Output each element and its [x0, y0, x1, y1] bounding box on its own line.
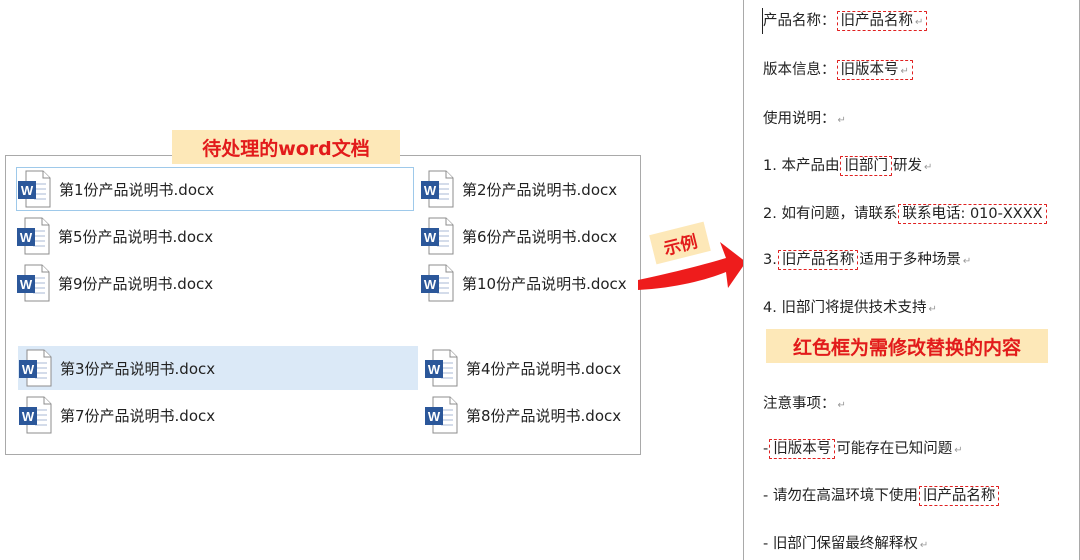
line-text: 可能存在已知问题 [836, 441, 953, 457]
highlight-box: 旧版本号 ↵ [836, 60, 913, 80]
doc-line-note-1: - 旧版本号 可能存在已知问题 ↵ [763, 438, 963, 462]
doc-line-usage-heading: 使用说明： ↵ [763, 108, 846, 132]
line-text: - 旧部门保留最终解释权 [763, 536, 918, 552]
file-explorer-panel: W 第1份产品说明书.docx W 第2份产品说明书.docx W 第5份产品说… [5, 155, 641, 455]
svg-text:W: W [424, 230, 437, 245]
paragraph-mark-icon: ↵ [837, 115, 846, 126]
file-item-2[interactable]: W 第2份产品说明书.docx [420, 167, 640, 211]
doc-line-notes-heading: 注意事项： ↵ [763, 393, 846, 417]
line-text: - [763, 441, 769, 457]
word-document-icon: W [421, 217, 454, 255]
highlight-box: 旧产品名称 [777, 250, 859, 270]
file-name: 第9份产品说明书.docx [58, 274, 214, 293]
svg-text:W: W [21, 183, 34, 198]
svg-text:W: W [20, 277, 33, 292]
highlight-text: 旧版本号 [840, 62, 899, 78]
file-item-3[interactable]: W 第3份产品说明书.docx [18, 346, 418, 390]
doc-line-product-name: 产品名称： 旧产品名称 ↵ [763, 10, 928, 34]
highlight-box: 联系电话: 010-XXXX [898, 204, 1047, 224]
file-name: 第7份产品说明书.docx [60, 406, 216, 425]
line-text: 产品名称： [763, 13, 836, 29]
doc-line-4: 4. 旧部门将提供技术支持 ↵ [763, 297, 937, 321]
svg-text:W: W [22, 409, 35, 424]
svg-text:W: W [22, 362, 35, 377]
file-name: 第4份产品说明书.docx [466, 359, 622, 378]
file-item-4[interactable]: W 第4份产品说明书.docx [424, 346, 640, 390]
replacement-note-banner: 红色框为需修改替换的内容 [766, 329, 1048, 363]
word-document-icon: W [17, 264, 50, 302]
paragraph-mark-icon: ↵ [962, 256, 972, 267]
line-text: - 请勿在高温环境下使用 [763, 488, 918, 504]
line-text: 使用说明： [763, 111, 836, 127]
file-name: 第8份产品说明书.docx [466, 406, 622, 425]
word-document-icon: W [19, 349, 52, 387]
line-text: 版本信息： [763, 62, 836, 78]
file-name: 第5份产品说明书.docx [58, 227, 214, 246]
file-item-6[interactable]: W 第6份产品说明书.docx [420, 214, 640, 258]
word-document-icon: W [17, 217, 50, 255]
line-text: 适用于多种场景 [859, 252, 961, 268]
paragraph-mark-icon: ↵ [915, 17, 924, 28]
file-item-10[interactable]: W 第10份产品说明书.docx [420, 261, 640, 305]
word-document-icon: W [18, 170, 51, 208]
file-item-5[interactable]: W 第5份产品说明书.docx [16, 214, 414, 258]
line-text: 注意事项： [763, 396, 836, 412]
file-name: 第10份产品说明书.docx [462, 274, 627, 293]
line-text: 4. 旧部门将提供技术支持 [763, 300, 927, 316]
paragraph-mark-icon: ↵ [954, 445, 963, 456]
word-document-icon: W [421, 170, 454, 208]
highlight-box: 旧部门 [840, 156, 892, 176]
word-document-icon: W [425, 396, 458, 434]
doc-line-1: 1. 本产品由 旧部门 研发 ↵ [763, 155, 932, 179]
doc-line-2: 2. 如有问题，请联系 联系电话: 010-XXXX [763, 203, 1048, 225]
doc-line-note-3: - 旧部门保留最终解释权 ↵ [763, 533, 928, 557]
svg-text:W: W [424, 277, 437, 292]
doc-line-3: 3. 旧产品名称 适用于多种场景 ↵ [763, 249, 971, 273]
file-name: 第1份产品说明书.docx [59, 180, 215, 199]
word-document-page: 产品名称： 旧产品名称 ↵ 版本信息： 旧版本号 ↵ 使用说明： ↵ 1. 本产品由 旧部门… [743, 0, 1080, 560]
svg-text:W: W [20, 230, 33, 245]
svg-text:W: W [428, 409, 441, 424]
line-text: 2. 如有问题，请联系 [763, 206, 898, 222]
doc-line-note-2: - 请勿在高温环境下使用 旧产品名称 [763, 485, 1000, 507]
file-name: 第3份产品说明书.docx [60, 359, 216, 378]
svg-text:W: W [428, 362, 441, 377]
word-document-icon: W [425, 349, 458, 387]
line-text: 3. [763, 252, 777, 268]
paragraph-mark-icon: ↵ [923, 162, 933, 173]
paragraph-mark-icon: ↵ [900, 66, 909, 77]
highlight-box: 旧版本号 [769, 439, 836, 459]
file-item-7[interactable]: W 第7份产品说明书.docx [18, 393, 418, 437]
word-document-icon: W [19, 396, 52, 434]
paragraph-mark-icon: ↵ [928, 304, 937, 315]
file-item-8[interactable]: W 第8份产品说明书.docx [424, 393, 640, 437]
svg-text:W: W [424, 183, 437, 198]
file-item-1[interactable]: W 第1份产品说明书.docx [16, 167, 414, 211]
explorer-title-banner: 待处理的word文档 [172, 130, 400, 164]
highlight-text: 旧产品名称 [840, 13, 914, 29]
highlight-box: 旧产品名称 ↵ [836, 11, 928, 31]
paragraph-mark-icon: ↵ [919, 540, 929, 551]
doc-line-version: 版本信息： 旧版本号 ↵ [763, 59, 914, 83]
highlight-box: 旧产品名称 [918, 486, 1000, 506]
file-item-9[interactable]: W 第9份产品说明书.docx [16, 261, 414, 305]
line-text: 研发 [892, 158, 922, 174]
word-document-icon: W [421, 264, 454, 302]
file-name: 第6份产品说明书.docx [462, 227, 618, 246]
line-text: 1. 本产品由 [763, 158, 840, 174]
paragraph-mark-icon: ↵ [837, 400, 846, 411]
file-name: 第2份产品说明书.docx [462, 180, 618, 199]
